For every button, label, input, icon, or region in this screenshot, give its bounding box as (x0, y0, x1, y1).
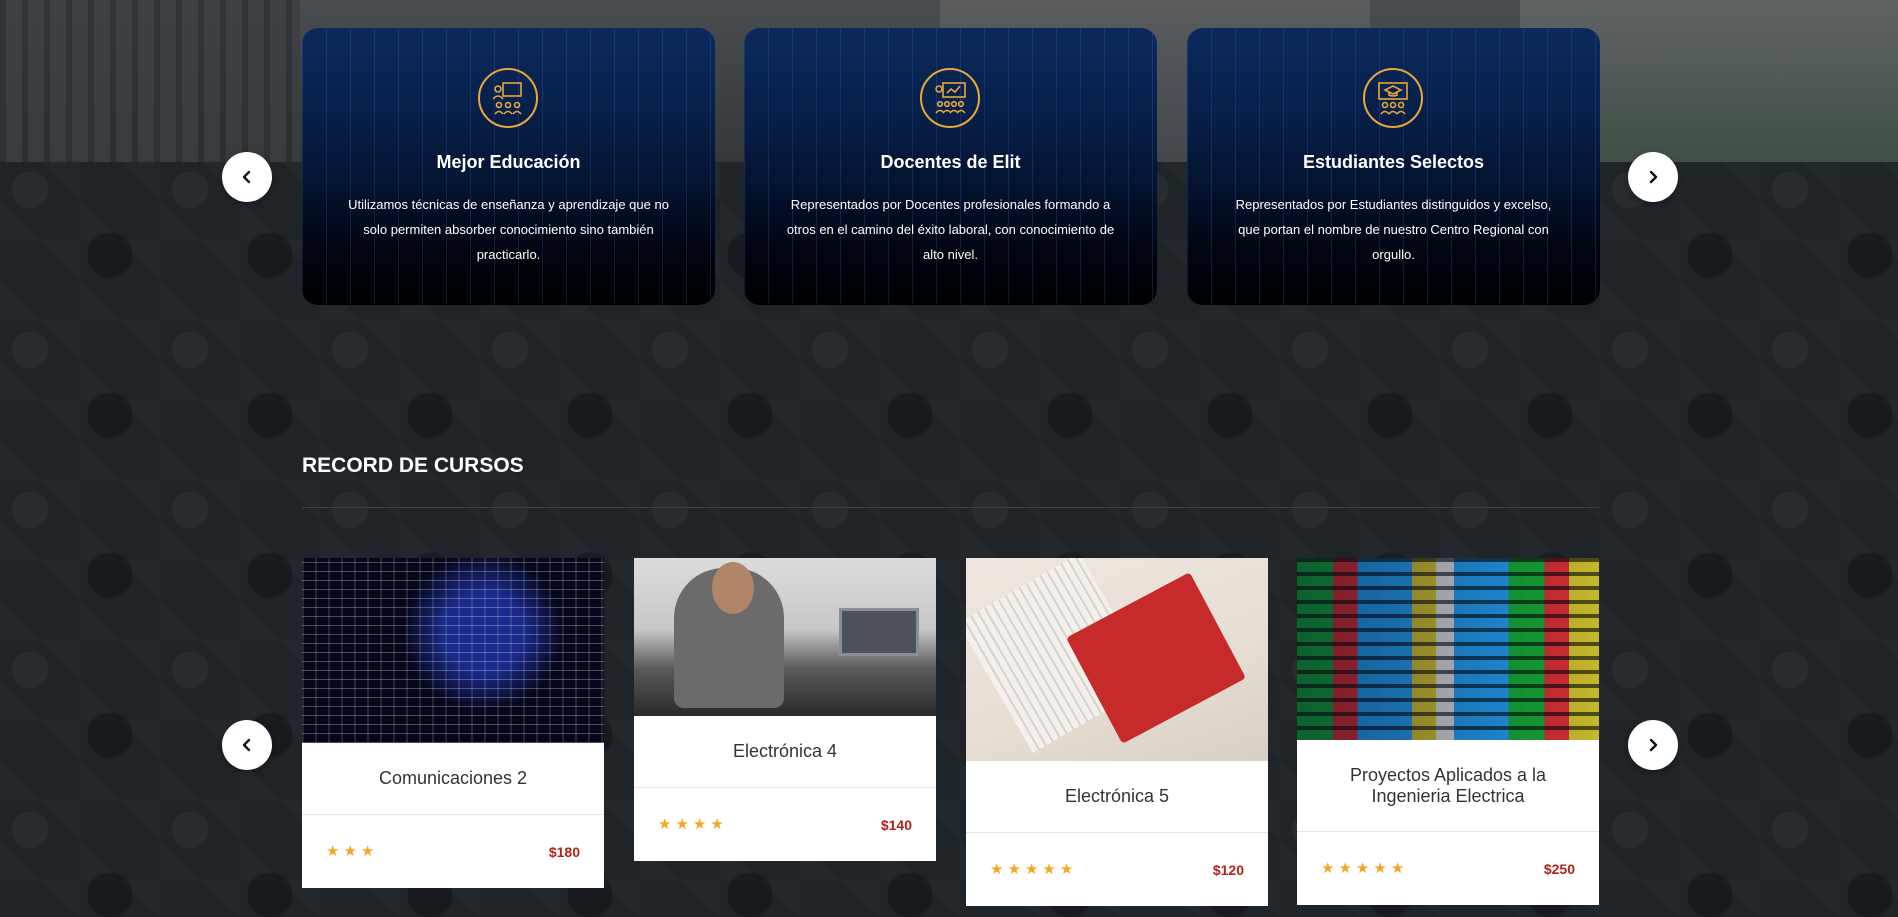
course-title[interactable]: Electrónica 5 (966, 761, 1268, 833)
feature-card-students: Estudiantes Selectos Representados por E… (1187, 28, 1600, 305)
course-image (634, 558, 936, 716)
chevron-right-icon (1649, 738, 1658, 752)
rating-stars: ★ ★ ★ ★ ★ (1321, 861, 1404, 876)
star-icon: ★ (326, 843, 340, 860)
feature-card-education: Mejor Educación Utilizamos técnicas de e… (302, 28, 715, 305)
course-footer: ★ ★ ★ ★ ★ $120 (966, 833, 1268, 906)
star-icon: ★ (692, 816, 707, 833)
course-card[interactable]: Comunicaciones 2 ★ ★ ★ $180 (302, 558, 604, 888)
star-icon: ★ (1042, 861, 1056, 878)
rating-stars: ★ ★ ★ ★ ★ (990, 862, 1073, 877)
feature-title: Estudiantes Selectos (1302, 152, 1485, 172)
course-footer: ★ ★ ★ ★ $140 (634, 788, 936, 861)
star-icon: ★ (1355, 860, 1370, 877)
chevron-right-icon (1649, 170, 1658, 184)
courses-prev-button[interactable] (222, 720, 272, 770)
section-divider (302, 507, 1599, 508)
feature-description: Representados por Docentes profesionales… (786, 197, 1115, 262)
feature-card-teachers: Docentes de Elit Representados por Docen… (744, 28, 1157, 305)
background-building (0, 0, 300, 162)
star-icon: ★ (1024, 861, 1039, 878)
course-footer: ★ ★ ★ $180 (302, 815, 604, 888)
course-image (302, 558, 604, 743)
section-title: RECORD DE CURSOS (302, 454, 524, 477)
feature-description: Representados por Estudiantes distinguid… (1235, 197, 1552, 262)
star-icon: ★ (343, 843, 357, 860)
education-icon (478, 68, 538, 128)
star-icon: ★ (710, 816, 724, 833)
feature-title: Docentes de Elit (880, 152, 1021, 172)
star-icon: ★ (1390, 860, 1405, 877)
course-title[interactable]: Electrónica 4 (634, 716, 936, 788)
teacher-icon (920, 68, 980, 128)
course-footer: ★ ★ ★ ★ ★ $250 (1297, 832, 1599, 905)
course-title[interactable]: Comunicaciones 2 (302, 743, 604, 815)
courses-next-button[interactable] (1628, 720, 1678, 770)
course-title[interactable]: Proyectos Aplicados a la Ingenieria Elec… (1297, 740, 1599, 832)
star-icon: ★ (1338, 860, 1352, 877)
star-icon: ★ (1321, 860, 1335, 877)
star-icon: ★ (658, 816, 672, 833)
features-prev-button[interactable] (222, 152, 272, 202)
course-card[interactable]: Electrónica 5 ★ ★ ★ ★ ★ $120 (966, 558, 1268, 906)
star-icon: ★ (360, 843, 375, 860)
course-price: $120 (1212, 861, 1244, 878)
star-icon: ★ (675, 816, 689, 833)
star-icon: ★ (1373, 860, 1387, 877)
course-price: $250 (1543, 860, 1575, 877)
star-icon: ★ (990, 861, 1004, 878)
feature-description: Utilizamos técnicas de enseñanza y apren… (348, 197, 669, 262)
rating-stars: ★ ★ ★ ★ (658, 817, 724, 832)
features-next-button[interactable] (1628, 152, 1678, 202)
course-price: $180 (548, 843, 580, 860)
course-image (1297, 558, 1599, 740)
rating-stars: ★ ★ ★ (326, 844, 374, 859)
star-icon: ★ (1007, 861, 1021, 878)
feature-title: Mejor Educación (436, 152, 581, 172)
course-card[interactable]: Proyectos Aplicados a la Ingenieria Elec… (1297, 558, 1599, 905)
course-image (966, 558, 1268, 761)
course-card[interactable]: Electrónica 4 ★ ★ ★ ★ $140 (634, 558, 936, 861)
course-price: $140 (880, 816, 912, 833)
chevron-left-icon (242, 738, 251, 752)
students-icon (1363, 68, 1423, 128)
star-icon: ★ (1059, 861, 1074, 878)
chevron-left-icon (242, 170, 251, 184)
